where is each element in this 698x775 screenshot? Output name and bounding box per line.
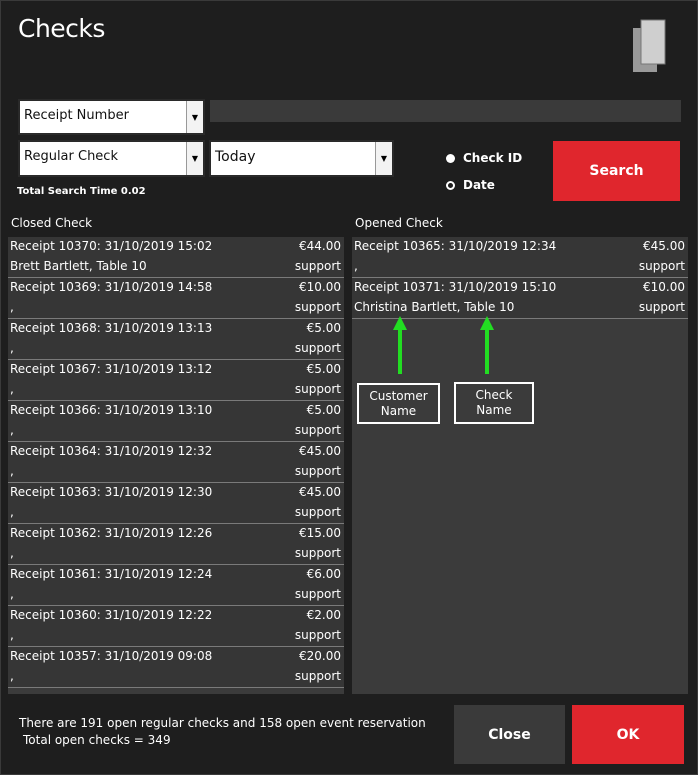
user-text: support — [294, 505, 341, 519]
check-type-select[interactable]: Regular Check ▼ — [18, 140, 205, 177]
amount-text: €10.00 — [299, 280, 341, 294]
amount-text: €6.00 — [306, 567, 341, 581]
check-row[interactable]: Receipt 10369: 31/10/2019 14:58 €10.00, su… — [8, 278, 344, 319]
receipt-text: Receipt 10360: 31/10/2019 12:22 — [10, 608, 213, 622]
check-row[interactable]: Receipt 10367: 31/10/2019 13:12 €5.00, sup… — [8, 360, 344, 401]
receipt-text: Receipt 10365: 31/10/2019 12:34 — [354, 239, 557, 253]
check-name-text: , — [10, 505, 14, 519]
receipt-text: Receipt 10369: 31/10/2019 14:58 — [10, 280, 213, 294]
receipt-text: Receipt 10362: 31/10/2019 12:26 — [10, 526, 213, 540]
chevron-down-icon[interactable]: ▼ — [186, 142, 203, 175]
radio-date-label: Date — [463, 178, 495, 192]
opened-check-list[interactable]: Receipt 10365: 31/10/2019 12:34 €45.00, su… — [352, 237, 688, 694]
search-button[interactable]: Search — [553, 141, 680, 201]
user-text: support — [294, 587, 341, 601]
receipt-text: Receipt 10366: 31/10/2019 13:10 — [10, 403, 213, 417]
date-range-value: Today — [215, 149, 256, 165]
user-text: support — [294, 341, 341, 355]
radio-selected-icon[interactable] — [446, 180, 455, 190]
check-row[interactable]: Receipt 10368: 31/10/2019 13:13 €5.00, sup… — [8, 319, 344, 360]
date-range-select[interactable]: Today ▼ — [209, 140, 394, 177]
radio-check-id[interactable]: Check ID — [446, 151, 522, 165]
chevron-down-icon[interactable]: ▼ — [186, 101, 203, 133]
user-text: support — [294, 628, 341, 642]
check-name-callout: Check Name — [454, 382, 534, 424]
radio-date[interactable]: Date — [446, 178, 495, 192]
check-row[interactable]: Receipt 10370: 31/10/2019 15:02 €44.00 Bre… — [8, 237, 344, 278]
user-text: support — [638, 259, 685, 273]
page-title: Checks — [18, 14, 105, 43]
user-text: support — [294, 300, 341, 314]
receipt-text: Receipt 10367: 31/10/2019 13:12 — [10, 362, 213, 376]
check-name-text: , — [10, 300, 14, 314]
check-name-text: , — [10, 423, 14, 437]
arrow-up-icon — [393, 316, 407, 374]
opened-check-label: Opened Check — [355, 216, 443, 230]
amount-text: €20.00 — [299, 649, 341, 663]
arrow-up-icon — [480, 316, 494, 374]
radio-check-id-label: Check ID — [463, 151, 523, 165]
closed-check-list[interactable]: Receipt 10370: 31/10/2019 15:02 €44.00 Bre… — [8, 237, 344, 694]
check-row[interactable]: Receipt 10362: 31/10/2019 12:26 €15.00, su… — [8, 524, 344, 565]
amount-text: €5.00 — [306, 403, 341, 417]
search-query-input[interactable] — [210, 100, 681, 122]
close-button[interactable]: Close — [454, 705, 565, 764]
check-row[interactable]: Receipt 10366: 31/10/2019 13:10 €5.00, sup… — [8, 401, 344, 442]
total-search-time: Total Search Time 0.02 — [17, 186, 146, 197]
check-row[interactable]: Receipt 10360: 31/10/2019 12:22 €2.00, sup… — [8, 606, 344, 647]
document-icon[interactable] — [631, 18, 667, 74]
filter-type-value: Receipt Number — [24, 108, 129, 123]
check-name-text: , — [10, 464, 14, 478]
check-name-text: , — [10, 341, 14, 355]
chevron-down-icon[interactable]: ▼ — [375, 142, 392, 175]
check-name-text: , — [10, 669, 14, 683]
check-type-value: Regular Check — [24, 149, 118, 164]
radio-unselected-icon[interactable] — [446, 153, 455, 163]
receipt-text: Receipt 10363: 31/10/2019 12:30 — [10, 485, 213, 499]
amount-text: €5.00 — [306, 362, 341, 376]
check-name-text: , — [354, 259, 358, 273]
check-row[interactable]: Receipt 10363: 31/10/2019 12:30 €45.00, su… — [8, 483, 344, 524]
check-name-text: , — [10, 587, 14, 601]
receipt-text: Receipt 10361: 31/10/2019 12:24 — [10, 567, 213, 581]
amount-text: €45.00 — [643, 239, 685, 253]
customer-name-callout: Customer Name — [357, 383, 440, 424]
receipt-text: Receipt 10357: 31/10/2019 09:08 — [10, 649, 213, 663]
check-row[interactable]: Receipt 10364: 31/10/2019 12:32 €45.00, su… — [8, 442, 344, 483]
ok-button[interactable]: OK — [572, 705, 684, 764]
amount-text: €15.00 — [299, 526, 341, 540]
open-checks-info: There are 191 open regular checks and 15… — [19, 716, 426, 730]
user-text: support — [294, 546, 341, 560]
annotation-arrows — [393, 316, 494, 374]
receipt-text: Receipt 10368: 31/10/2019 13:13 — [10, 321, 213, 335]
user-text: support — [294, 423, 341, 437]
check-name-text: , — [10, 382, 14, 396]
amount-text: €10.00 — [643, 280, 685, 294]
receipt-text: Receipt 10364: 31/10/2019 12:32 — [10, 444, 213, 458]
receipt-text: Receipt 10370: 31/10/2019 15:02 — [10, 239, 213, 253]
check-name-text: , — [10, 546, 14, 560]
closed-check-label: Closed Check — [11, 216, 93, 230]
amount-text: €44.00 — [299, 239, 341, 253]
check-row[interactable]: Receipt 10361: 31/10/2019 12:24 €6.00, sup… — [8, 565, 344, 606]
user-text: support — [294, 464, 341, 478]
filter-type-select[interactable]: Receipt Number ▼ — [18, 99, 205, 135]
check-name-text: Brett Bartlett, Table 10 — [10, 259, 147, 273]
total-open-checks: Total open checks = 349 — [23, 733, 171, 747]
amount-text: €2.00 — [306, 608, 341, 622]
amount-text: €5.00 — [306, 321, 341, 335]
check-name-text: , — [10, 628, 14, 642]
user-text: support — [638, 300, 685, 314]
user-text: support — [294, 382, 341, 396]
amount-text: €45.00 — [299, 485, 341, 499]
receipt-text: Receipt 10371: 31/10/2019 15:10 — [354, 280, 557, 294]
check-row[interactable]: Receipt 10357: 31/10/2019 09:08 €20.00, su… — [8, 647, 344, 688]
user-text: support — [294, 259, 341, 273]
user-text: support — [294, 669, 341, 683]
amount-text: €45.00 — [299, 444, 341, 458]
check-row[interactable]: Receipt 10365: 31/10/2019 12:34 €45.00, su… — [352, 237, 688, 278]
